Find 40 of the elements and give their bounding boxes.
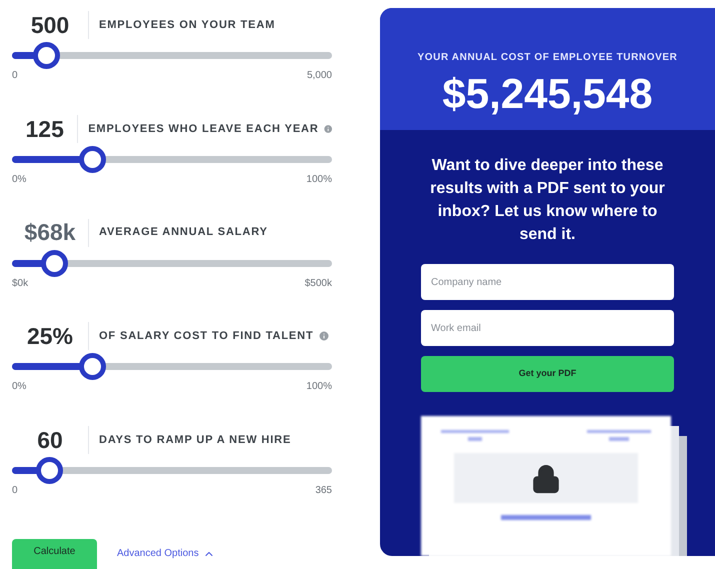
slider-thumb[interactable] bbox=[40, 250, 68, 277]
slider-label: AVERAGE ANNUAL SALARY bbox=[99, 225, 268, 240]
advanced-options-link[interactable]: Advanced Options bbox=[117, 546, 215, 562]
slider-min: 0% bbox=[12, 172, 26, 187]
slider-thumb[interactable] bbox=[32, 42, 60, 69]
slider-min: 0 bbox=[12, 484, 18, 498]
slider-min: $0k bbox=[12, 276, 28, 291]
slider-label: DAYS TO RAMP UP A NEW HIRE bbox=[99, 432, 292, 448]
slider-max: 100% bbox=[306, 380, 332, 394]
slider[interactable] bbox=[12, 353, 332, 380]
slider[interactable] bbox=[12, 457, 332, 484]
slider-value: 60 bbox=[36, 426, 64, 455]
slider-value: 125 bbox=[24, 114, 65, 144]
get-pdf-button[interactable]: Get your PDF bbox=[421, 356, 674, 392]
slider-thumb[interactable] bbox=[36, 457, 63, 484]
slider-label: OF SALARY COST TO FIND TALENT bbox=[99, 329, 314, 344]
slider[interactable] bbox=[12, 250, 332, 277]
slider-max: 100% bbox=[306, 172, 332, 187]
slider-max: $500k bbox=[304, 276, 332, 291]
slider-min: 0% bbox=[12, 380, 26, 394]
slider-max: 365 bbox=[315, 484, 332, 498]
slider-label: EMPLOYEES WHO LEAVE EACH YEAR bbox=[88, 122, 319, 137]
slider-thumb[interactable] bbox=[79, 146, 106, 173]
text-field[interactable]: Work email bbox=[421, 310, 674, 346]
text-field[interactable]: Company name bbox=[421, 264, 674, 300]
slider-thumb[interactable] bbox=[79, 353, 106, 380]
slider[interactable] bbox=[12, 42, 332, 69]
report-heading: Want to dive deeper into these results with a PDF sent to your inbox? Let us know where to send it. bbox=[429, 156, 666, 245]
slider-value: 500 bbox=[30, 10, 70, 40]
info-icon[interactable] bbox=[318, 330, 330, 342]
slider[interactable] bbox=[12, 146, 332, 173]
slider-value: 25% bbox=[26, 322, 74, 352]
slider-max: 5,000 bbox=[306, 69, 332, 83]
slider-label: EMPLOYEES ON YOUR TEAM bbox=[99, 18, 276, 33]
slider-value: $68k bbox=[23, 218, 77, 248]
calculate-button[interactable]: Calculate bbox=[12, 538, 97, 569]
info-icon[interactable] bbox=[322, 122, 333, 135]
result-caption: YOUR ANNUAL COST OF EMPLOYEE TURNOVER bbox=[418, 51, 678, 65]
result-amount: $5,245,548 bbox=[442, 73, 653, 115]
slider-min: 0 bbox=[12, 69, 18, 83]
